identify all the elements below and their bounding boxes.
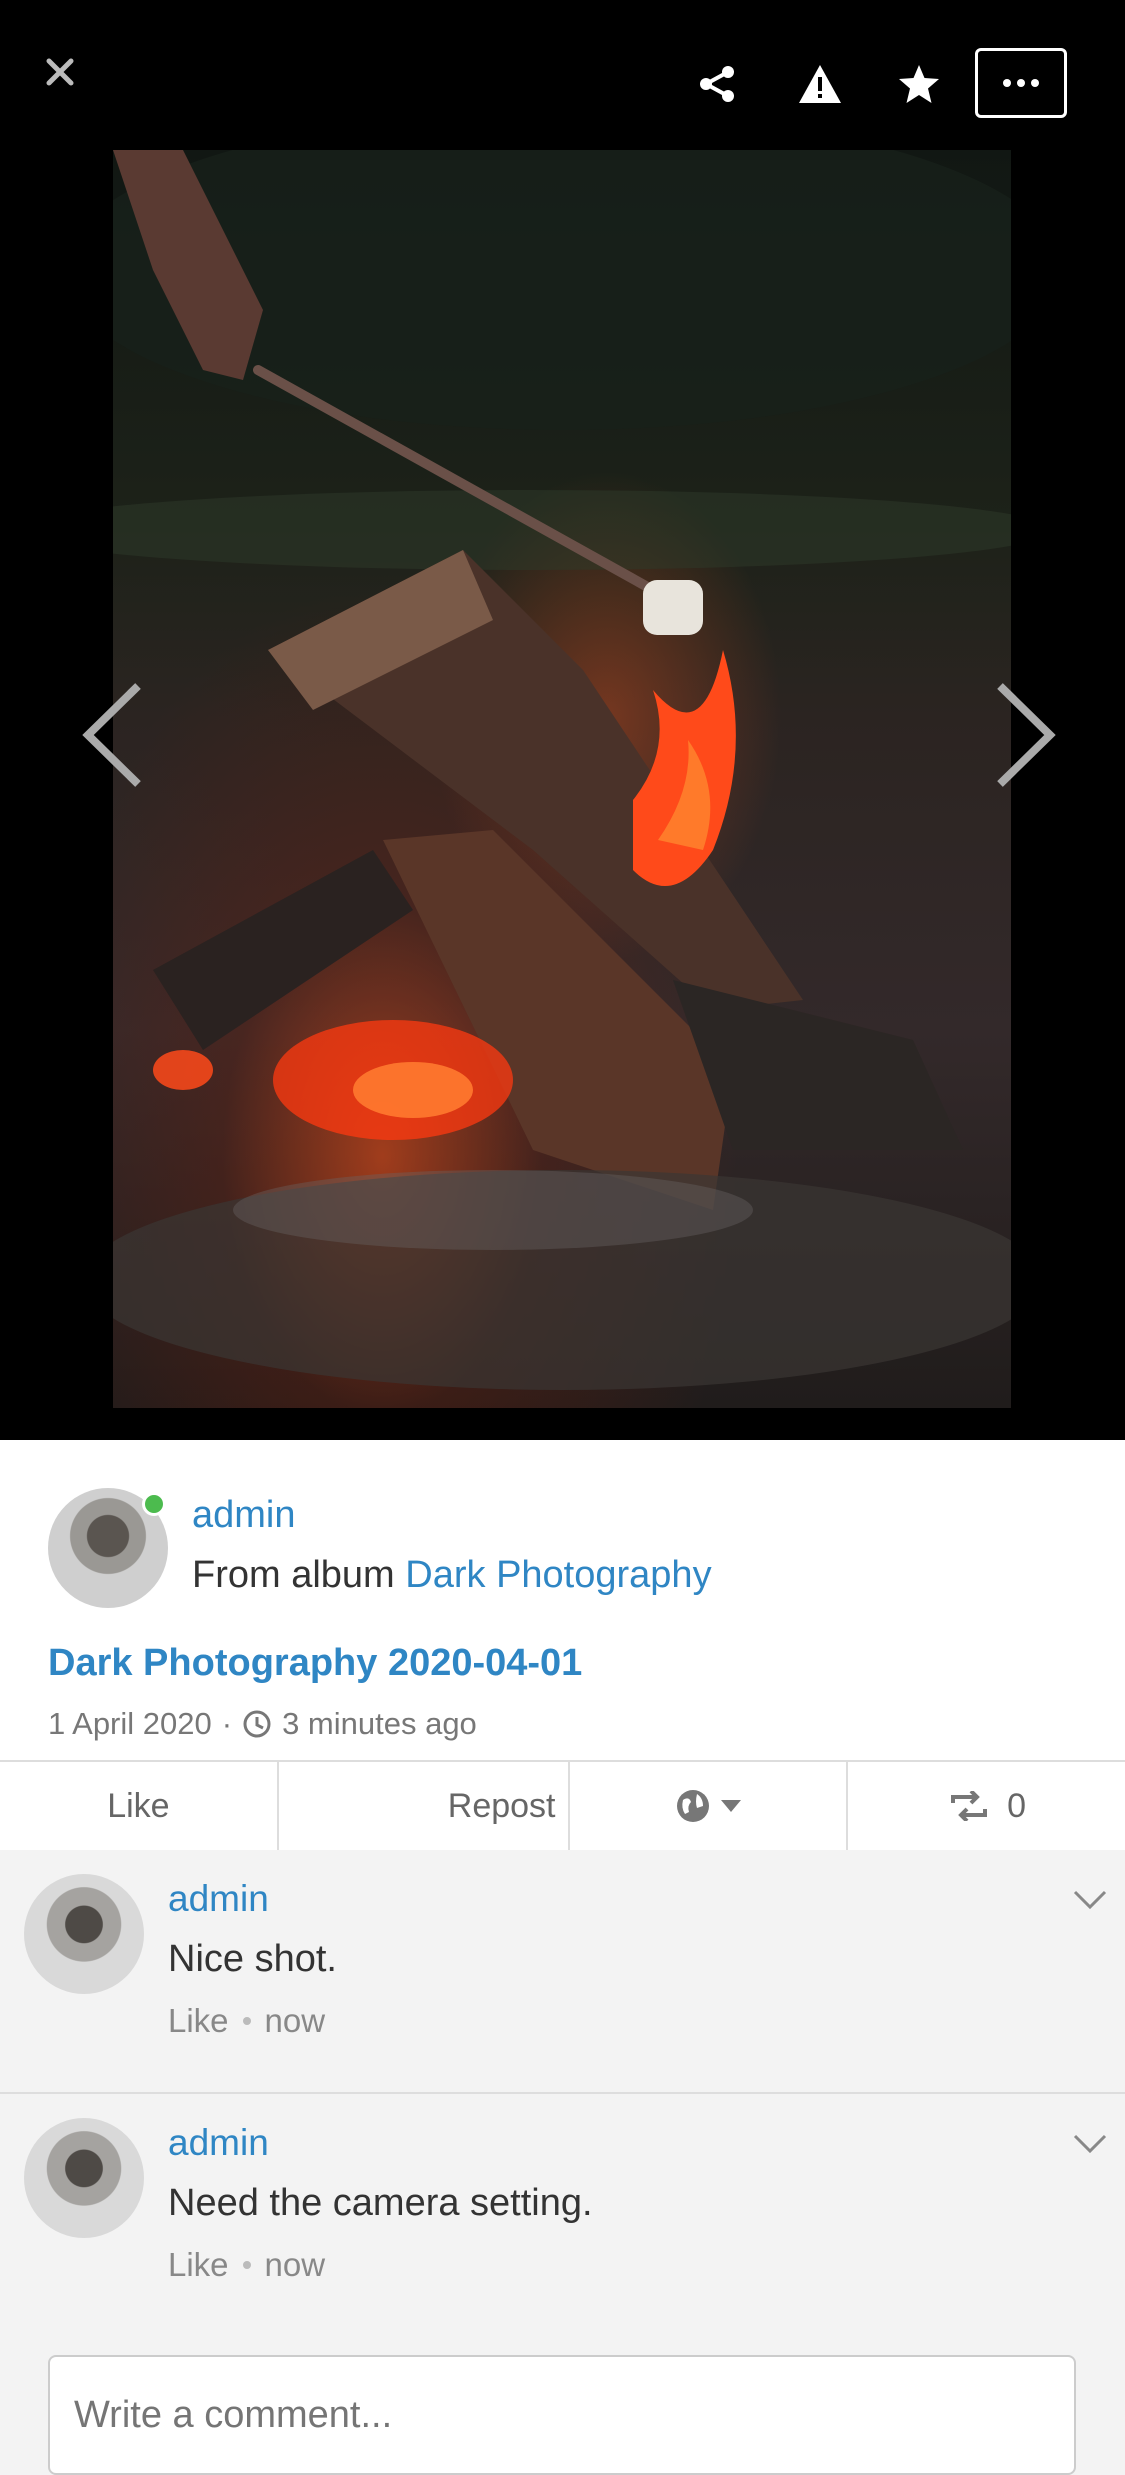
commenter-avatar[interactable] [24, 2118, 144, 2238]
globe-icon [676, 1790, 709, 1822]
campfire-photo[interactable] [113, 150, 1011, 1408]
privacy-selector[interactable] [570, 1762, 849, 1850]
more-button[interactable] [975, 48, 1067, 118]
chevron-down-icon[interactable] [1072, 1888, 1108, 1912]
photo-date: 1 April 2020 [48, 1706, 212, 1741]
comment-item: admin Nice shot. Like now [0, 1850, 1125, 2094]
close-icon[interactable] [32, 44, 88, 100]
photo-viewer [0, 0, 1125, 1440]
repost-count-value: 0 [1007, 1786, 1027, 1825]
warning-icon[interactable] [790, 48, 850, 120]
photo-meta: 1 April 2020 · 3 minutes ago [48, 1706, 477, 1742]
relative-time: 3 minutes ago [282, 1706, 477, 1741]
star-icon[interactable] [890, 48, 948, 120]
comment-meta: Like now [168, 2002, 325, 2040]
action-bar: Like Repost 0 [0, 1760, 1125, 1852]
meta-separator: · [221, 1706, 233, 1741]
comment-input[interactable] [48, 2355, 1076, 2475]
like-label: Like [107, 1786, 170, 1825]
album-link[interactable]: Dark Photography [405, 1554, 711, 1596]
comment-text: Nice shot. [168, 1938, 337, 1980]
comment-time: now [264, 2002, 326, 2039]
comment-time: now [264, 2246, 326, 2283]
repost-label: Repost [447, 1786, 556, 1825]
previous-photo-icon[interactable] [78, 680, 148, 790]
album-line: From album Dark Photography [192, 1554, 712, 1597]
comment-text: Need the camera setting. [168, 2182, 593, 2224]
comment-meta: Like now [168, 2246, 325, 2284]
comment-like-link[interactable]: Like [168, 2002, 229, 2040]
chevron-down-icon[interactable] [1072, 2132, 1108, 2156]
meta-dot [242, 2261, 251, 2269]
repost-icon [951, 1791, 988, 1821]
comment-like-link[interactable]: Like [168, 2246, 229, 2284]
comment-item: admin Need the camera setting. Like now [0, 2094, 1125, 2336]
photo-details: admin From album Dark Photography Dark P… [0, 1440, 1125, 1760]
like-button[interactable]: Like [0, 1762, 279, 1850]
commenter-name[interactable]: admin [168, 2122, 269, 2164]
photo-title[interactable]: Dark Photography 2020-04-01 [48, 1642, 582, 1685]
repost-button[interactable]: Repost [279, 1762, 570, 1850]
meta-dot [242, 2017, 251, 2025]
commenter-name[interactable]: admin [168, 1878, 269, 1920]
share-icon[interactable] [690, 48, 746, 120]
caret-down-icon [720, 1800, 741, 1812]
next-photo-icon[interactable] [990, 680, 1060, 790]
online-status-indicator [142, 1492, 166, 1516]
album-prefix: From album [192, 1554, 395, 1596]
clock-icon [243, 1710, 271, 1738]
commenter-avatar[interactable] [24, 1874, 144, 1994]
repost-count[interactable]: 0 [848, 1762, 1125, 1850]
more-icon [1003, 79, 1039, 87]
author-name[interactable]: admin [192, 1494, 296, 1537]
